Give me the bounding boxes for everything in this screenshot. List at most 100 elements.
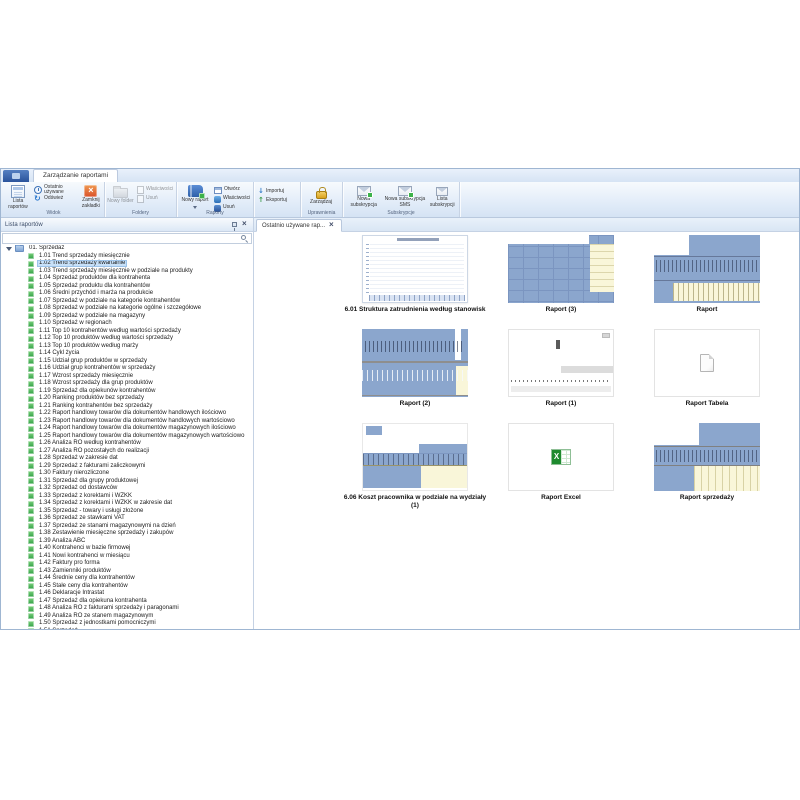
pin-icon[interactable] [232, 222, 237, 227]
search-input[interactable] [2, 233, 252, 244]
report-properties-button[interactable]: Właściwości [213, 195, 251, 203]
tree-report-item[interactable]: 1.19 Sprzedaż dla opiekunów kontrahentów [1, 388, 244, 396]
tree-report-item[interactable]: 1.06 Średni przychód i marża na produkci… [1, 290, 244, 298]
tree-report-item[interactable]: 1.21 Ranking kontrahentów bez sprzedaży [1, 403, 244, 411]
subscription-list-button[interactable]: Lista subskrypcji [428, 184, 457, 208]
report-thumbnail[interactable] [508, 235, 614, 303]
tree-report-item[interactable]: 1.44 Średnie ceny dla kontrahentów [1, 575, 244, 583]
tree-report-item[interactable]: 1.47 Sprzedaż dla opiekuna kontrahenta [1, 598, 244, 606]
tree-report-item[interactable]: 1.39 Analiza ABC [1, 538, 244, 546]
report-thumbnail[interactable] [362, 423, 468, 491]
recently-used-button[interactable]: Ostatnio używane [33, 186, 78, 194]
tree-report-item[interactable]: 1.20 Ranking produktów bez sprzedaży [1, 395, 244, 403]
tree-report-item[interactable]: 1.41 Nowi kontrahenci w miesiącu [1, 553, 244, 561]
import-button[interactable]: Importuj [256, 188, 298, 196]
tree-report-item[interactable]: 1.32 Sprzedaż od dostawców [1, 485, 244, 493]
report-tile[interactable]: 6.01 Struktura zatrudnienia według stano… [342, 235, 488, 329]
folder-delete-button[interactable]: Usuń [136, 195, 174, 203]
expand-caret-icon[interactable] [6, 247, 12, 251]
refresh-button[interactable]: Odśwież [33, 195, 78, 203]
report-tile[interactable]: Raport Tabela [634, 329, 780, 423]
tree-report-item[interactable]: 1.12 Top 10 produktów według wartości sp… [1, 335, 244, 343]
report-label: 1.15 Udział grup produktów w sprzedaży [37, 358, 149, 365]
tree-report-item[interactable]: 1.17 Wzrost sprzedaży miesięcznie [1, 373, 244, 381]
open-report-button[interactable]: Otwórz [213, 186, 251, 194]
tree-report-item[interactable]: 1.36 Sprzedaż ze stawkami VAT [1, 515, 244, 523]
new-report-button[interactable]: Nowy raport [179, 184, 211, 209]
tree-report-item[interactable]: 1.35 Sprzedaż - towary i usługi złożone [1, 508, 244, 516]
tree-folder-sprzedaz[interactable]: 01. Sprzedaż [1, 245, 244, 253]
report-tile[interactable]: Raport [634, 235, 780, 329]
tree-report-item[interactable]: 1.48 Analiza RO z fakturami sprzedaży i … [1, 605, 244, 613]
report-thumbnail[interactable] [654, 329, 760, 397]
tree-report-item[interactable]: 1.31 Sprzedaż dla grupy produktowej [1, 478, 244, 486]
new-sms-subscription-button[interactable]: Nowa subskrypcja SMS [384, 184, 425, 208]
tree-report-item[interactable]: 1.01 Trend sprzedaży miesięcznie [1, 253, 244, 261]
tree-report-item[interactable]: 1.07 Sprzedaż w podziale na kategorie ko… [1, 298, 244, 306]
new-folder-button[interactable]: Nowy folder [107, 184, 134, 205]
report-icon [28, 366, 34, 372]
tree-report-item[interactable]: 1.50 Sprzedaż z jednostkami pomocniczymi [1, 620, 244, 628]
tree-report-item[interactable]: 1.43 Zamienniki produktów [1, 568, 244, 576]
tree-report-item[interactable]: 1.04 Sprzedaż produktów dla kontrahenta [1, 275, 244, 283]
tree-report-item[interactable]: 1.42 Faktury pro forma [1, 560, 244, 568]
tree-report-item[interactable]: 1.25 Raport handlowy towarów dla dokumen… [1, 433, 244, 441]
export-button[interactable]: Eksportuj [256, 197, 298, 205]
tree-report-item[interactable]: 1.08 Sprzedaż w podziale na kategorie og… [1, 305, 244, 313]
tree-report-item[interactable]: 1.02 Trend sprzedaży kwartalnie [1, 260, 244, 268]
tab-ostatnio-uzywane-raporty[interactable]: Ostatnio używane rap... [256, 219, 342, 232]
report-tile[interactable]: Raport sprzedaży [634, 423, 780, 517]
tree-report-item[interactable]: 1.28 Sprzedaż w zakresie dat [1, 455, 244, 463]
tree-report-item[interactable]: 1.11 Top 10 kontrahentów według wartości… [1, 328, 244, 336]
report-thumbnail[interactable] [654, 423, 760, 491]
report-icon [28, 628, 34, 629]
tree-report-item[interactable]: 1.22 Raport handlowy towarów dla dokumen… [1, 410, 244, 418]
new-subscription-button[interactable]: Nowa subskrypcja [345, 184, 382, 208]
tree-report-item[interactable]: 1.24 Raport handlowy towarów dla dokumen… [1, 425, 244, 433]
report-tile[interactable]: Raport (1) [488, 329, 634, 423]
tree-report-item[interactable]: 1.05 Sprzedaż produktu dla kontrahentów [1, 283, 244, 291]
tree-report-item[interactable]: 1.38 Zestawienie miesięczne sprzedaży i … [1, 530, 244, 538]
tree-report-item[interactable]: 1.27 Analiza RO pozostałych do realizacj… [1, 448, 244, 456]
reports-list-button[interactable]: Lista raportów [5, 184, 31, 210]
tree-report-item[interactable]: 1.49 Analiza RO ze stanem magazynowym [1, 613, 244, 621]
thumbnail-graphic-layer [551, 449, 571, 465]
search-icon[interactable] [241, 235, 246, 240]
report-tile[interactable]: Raport Excel [488, 423, 634, 517]
tree-report-item[interactable]: 1.15 Udział grup produktów w sprzedaży [1, 358, 244, 366]
tree-report-item[interactable]: 1.14 Cykl życia [1, 350, 244, 358]
tree-report-item[interactable]: 1.51 Sprzedaż [1, 628, 244, 630]
report-label: 1.06 Średni przychód i marża na produkci… [37, 290, 155, 297]
close-tabs-button[interactable]: Zamknij zakładki [80, 184, 102, 209]
tree-report-item[interactable]: 1.33 Sprzedaż z korektami i WZKK [1, 493, 244, 501]
tree-report-item[interactable]: 1.40 Kontrahenci w bazie firmowej [1, 545, 244, 553]
tree-report-item[interactable]: 1.03 Trend sprzedaży miesięcznie w podzi… [1, 268, 244, 276]
tree-report-item[interactable]: 1.45 Stałe ceny dla kontrahentów [1, 583, 244, 591]
report-thumbnail[interactable] [508, 423, 614, 491]
manage-permissions-button[interactable]: Zarządzaj [303, 184, 339, 206]
tree-report-item[interactable]: 1.26 Analiza RO według kontrahentów [1, 440, 244, 448]
tree-report-item[interactable]: 1.18 Wzrost sprzedaży dla grup produktów [1, 380, 244, 388]
report-thumbnail[interactable] [654, 235, 760, 303]
report-thumbnail[interactable] [508, 329, 614, 397]
tree-report-item[interactable]: 1.30 Faktury nierozliczone [1, 470, 244, 478]
report-thumbnail[interactable] [362, 329, 468, 397]
report-tile[interactable]: Raport (2) [342, 329, 488, 423]
tree-report-item[interactable]: 1.34 Sprzedaż z korektami i WZKK w zakre… [1, 500, 244, 508]
sidebar-close-icon[interactable] [242, 220, 249, 229]
report-tile[interactable]: 6.06 Koszt pracownika w podziale na wydz… [342, 423, 488, 517]
tree-report-item[interactable]: 1.29 Sprzedaż z fakturami zaliczkowymi [1, 463, 244, 471]
tree-report-item[interactable]: 1.16 Udział grup kontrahentów w sprzedaż… [1, 365, 244, 373]
tab-close-icon[interactable] [329, 221, 336, 230]
folder-properties-button[interactable]: Właściwości [136, 186, 174, 194]
tree-report-item[interactable]: 1.10 Sprzedaż w regionach [1, 320, 244, 328]
tree-report-item[interactable]: 1.09 Sprzedaż w podziale na magazyny [1, 313, 244, 321]
tree-report-item[interactable]: 1.23 Raport handlowy towarów dla dokumen… [1, 418, 244, 426]
report-thumbnail[interactable] [362, 235, 468, 303]
tree-report-item[interactable]: 1.37 Sprzedaż ze stanami magazynowymi na… [1, 523, 244, 531]
tree-report-item[interactable]: 1.46 Deklaracje Intrastat [1, 590, 244, 598]
app-button[interactable] [3, 170, 29, 182]
tree-report-item[interactable]: 1.13 Top 10 produktów według marży [1, 343, 244, 351]
ribbon-tab-zarzadzanie-raportami[interactable]: Zarządzanie raportami [33, 169, 118, 182]
report-tile[interactable]: Raport (3) [488, 235, 634, 329]
